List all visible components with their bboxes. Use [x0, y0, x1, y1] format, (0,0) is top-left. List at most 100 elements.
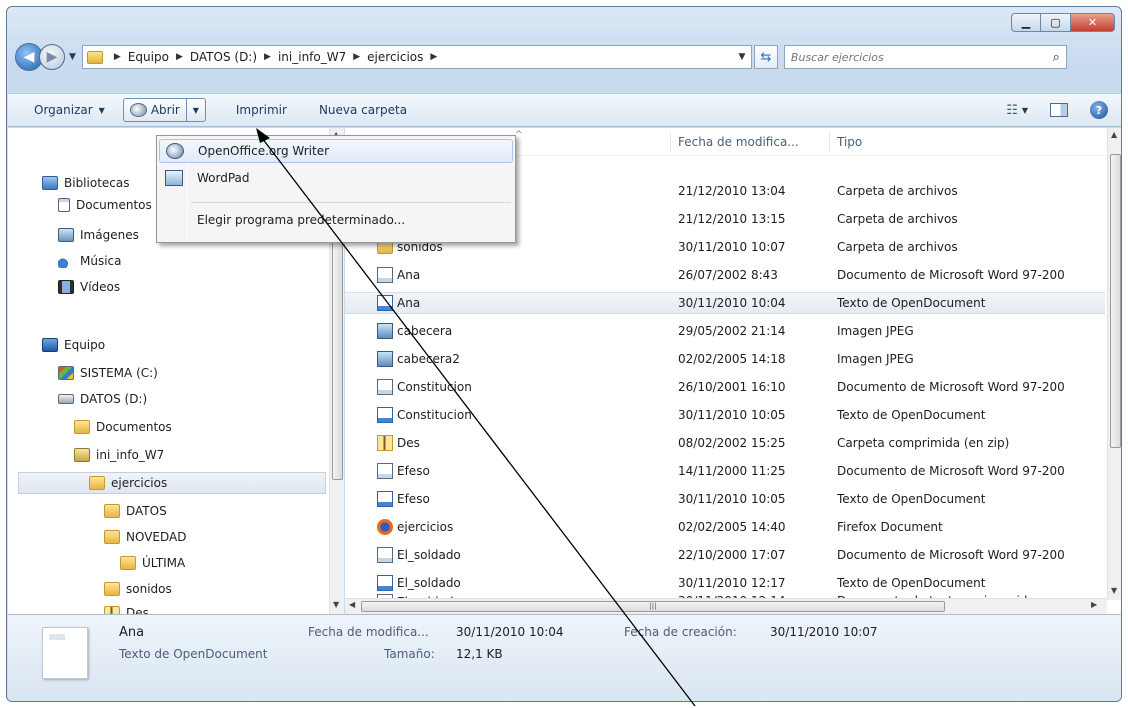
- table-row[interactable]: Constitucion 30/11/2010 10:05 Texto de Ope…: [345, 404, 1105, 426]
- file-type: Texto de OpenDocument: [837, 576, 986, 590]
- recent-pages-dropdown[interactable]: ▼: [69, 52, 76, 62]
- column-header-type[interactable]: Tipo: [837, 135, 862, 149]
- breadcrumb-separator-icon[interactable]: ▶: [353, 52, 360, 62]
- list-vertical-scrollbar[interactable]: ▲ ▼: [1107, 128, 1121, 600]
- nav-item-novedad[interactable]: NOVEDAD: [104, 526, 186, 548]
- details-size-label: Tamaño:: [384, 647, 435, 661]
- menu-separator: [191, 202, 511, 203]
- breadcrumb-separator-icon[interactable]: ▶: [264, 52, 271, 62]
- file-name-text: Efeso: [397, 492, 430, 506]
- open-with-dropdown[interactable]: ▼: [187, 99, 205, 121]
- scroll-up-icon[interactable]: ▲: [1111, 130, 1117, 139]
- openoffice-icon: [129, 103, 147, 117]
- print-button[interactable]: Imprimir: [228, 97, 295, 123]
- forward-button[interactable]: ▶: [39, 44, 65, 70]
- nav-item-label: Documentos: [96, 420, 172, 434]
- table-row[interactable]: Des 08/02/2002 15:25 Carpeta comprimida (e…: [345, 432, 1105, 454]
- search-box[interactable]: ⌕: [783, 45, 1067, 69]
- folder-icon: [120, 556, 136, 570]
- search-icon[interactable]: ⌕: [1053, 50, 1060, 65]
- column-divider[interactable]: [829, 132, 830, 152]
- table-row[interactable]: Ana 26/07/2002 8:43 Documento de Microsoft…: [345, 264, 1105, 286]
- nav-item-label: SISTEMA (C:): [80, 366, 158, 380]
- menu-item-openoffice-writer[interactable]: OpenOffice.org Writer: [159, 139, 513, 163]
- breadcrumb-separator-icon[interactable]: ▶: [114, 52, 121, 62]
- table-row[interactable]: cabecera 29/05/2002 21:14 Imagen JPEG: [345, 320, 1105, 342]
- breadcrumb-ini-info[interactable]: ini_info_W7: [278, 50, 346, 64]
- change-view-button[interactable]: ☷: [1006, 103, 1018, 118]
- library-icon: [42, 176, 58, 190]
- nav-item-ini-info[interactable]: ini_info_W7: [74, 444, 164, 466]
- minimize-icon: ▁: [1021, 16, 1031, 29]
- drive-icon: [58, 394, 74, 404]
- folder-icon: [86, 50, 103, 64]
- refresh-button[interactable]: ⇆: [753, 45, 778, 69]
- file-name-text: El_soldado: [397, 548, 461, 562]
- list-scroll-thumb[interactable]: [1110, 154, 1121, 448]
- file-name: El_soldado: [377, 575, 461, 591]
- file-date: 26/07/2002 8:43: [678, 268, 778, 282]
- view-options-dropdown[interactable]: ▼: [1022, 106, 1028, 115]
- address-bar[interactable]: ▶ Equipo ▶ DATOS (D:) ▶ ini_info_W7 ▶ ej…: [81, 45, 752, 69]
- nav-item-pictures[interactable]: Imágenes: [58, 224, 139, 246]
- search-input[interactable]: [790, 50, 1031, 64]
- sort-indicator-icon: ^: [515, 130, 523, 140]
- open-button[interactable]: Abrir: [124, 99, 187, 121]
- nav-item-datos-folder[interactable]: DATOS: [104, 500, 167, 522]
- help-button[interactable]: ?: [1090, 101, 1108, 119]
- scroll-down-icon[interactable]: ▼: [1111, 586, 1117, 595]
- breadcrumb-ejercicios[interactable]: ejercicios: [367, 50, 423, 64]
- table-row[interactable]: Constitucion 26/10/2001 16:10 Documento de…: [345, 376, 1105, 398]
- minimize-button[interactable]: ▁: [1011, 13, 1041, 32]
- table-row[interactable]: Efeso 14/11/2000 11:25 Documento de Micros…: [345, 460, 1105, 482]
- scroll-right-icon[interactable]: ▶: [1091, 600, 1097, 609]
- file-type: Texto de OpenDocument: [837, 492, 986, 506]
- nav-item-music[interactable]: Música: [58, 250, 122, 272]
- table-row[interactable]: Efeso 30/11/2010 10:05 Texto de OpenDocume…: [345, 488, 1105, 510]
- nav-item-documents[interactable]: Documentos: [58, 194, 152, 216]
- nav-item-data-drive[interactable]: DATOS (D:): [58, 388, 147, 410]
- nav-item-ejercicios[interactable]: ejercicios: [18, 472, 326, 494]
- breadcrumb-equipo[interactable]: Equipo: [128, 50, 169, 64]
- close-button[interactable]: ✕: [1071, 13, 1115, 32]
- menu-item-wordpad[interactable]: WordPad: [159, 166, 513, 190]
- file-type: Carpeta de archivos: [837, 184, 958, 198]
- column-divider[interactable]: [670, 132, 671, 152]
- address-row: ◀ ▶ ▼ ▶ Equipo ▶ DATOS (D:) ▶ ini_info_W…: [11, 40, 1119, 74]
- nav-item-ultima[interactable]: ÚLTIMA: [120, 552, 185, 574]
- address-history-dropdown[interactable]: ▼: [733, 52, 751, 62]
- nav-item-system-drive[interactable]: SISTEMA (C:): [58, 362, 158, 384]
- scroll-down-icon[interactable]: ▼: [333, 600, 339, 609]
- table-row-selected[interactable]: Ana 30/11/2010 10:04 Texto de OpenDocument: [345, 292, 1105, 314]
- preview-pane-button[interactable]: [1050, 103, 1068, 117]
- table-row[interactable]: El_soldado 30/11/2010 12:17 Texto de OpenD…: [345, 572, 1105, 594]
- nav-item-videos[interactable]: Vídeos: [58, 276, 120, 298]
- nav-item-label: ejercicios: [111, 476, 168, 490]
- table-row[interactable]: ejercicios 02/02/2005 14:40 Firefox Docume…: [345, 516, 1105, 538]
- file-type: Carpeta de archivos: [837, 212, 958, 226]
- table-row[interactable]: cabecera2 02/02/2005 14:18 Imagen JPEG: [345, 348, 1105, 370]
- breadcrumb-datos[interactable]: DATOS (D:): [190, 50, 257, 64]
- explorer-window: ▁ ▢ ✕ ◀ ▶ ▼ ▶ Equipo ▶ DATOS (D:) ▶ ini_…: [6, 6, 1122, 702]
- pictures-icon: [58, 228, 74, 242]
- list-horizontal-scrollbar[interactable]: ◀ ||| ▶: [345, 598, 1107, 614]
- organize-button[interactable]: Organizar ▼: [26, 97, 113, 123]
- nav-item-sonidos[interactable]: sonidos: [104, 578, 172, 600]
- breadcrumb-separator-icon[interactable]: ▶: [430, 52, 437, 62]
- breadcrumb-separator-icon[interactable]: ▶: [176, 52, 183, 62]
- list-hscroll-thumb[interactable]: |||: [361, 601, 945, 612]
- nav-item-libraries[interactable]: Bibliotecas: [42, 172, 129, 194]
- nav-item-computer[interactable]: Equipo: [42, 334, 105, 356]
- column-header-date[interactable]: Fecha de modifica...: [678, 135, 799, 149]
- folder-icon: [74, 420, 90, 434]
- nav-item-des[interactable]: Des: [104, 602, 149, 614]
- nav-item-documentos-folder[interactable]: Documentos: [74, 416, 172, 438]
- maximize-button[interactable]: ▢: [1041, 13, 1071, 32]
- table-row[interactable]: El_soldado 22/10/2000 17:07 Documento de M…: [345, 544, 1105, 566]
- file-date: 30/11/2010 10:07: [678, 240, 786, 254]
- new-folder-button[interactable]: Nueva carpeta: [311, 97, 415, 123]
- file-name-text: El_soldado: [397, 576, 461, 590]
- scroll-left-icon[interactable]: ◀: [349, 600, 355, 609]
- details-modified-label: Fecha de modifica...: [308, 625, 429, 639]
- menu-item-choose-default-program[interactable]: Elegir programa predeterminado...: [159, 208, 513, 232]
